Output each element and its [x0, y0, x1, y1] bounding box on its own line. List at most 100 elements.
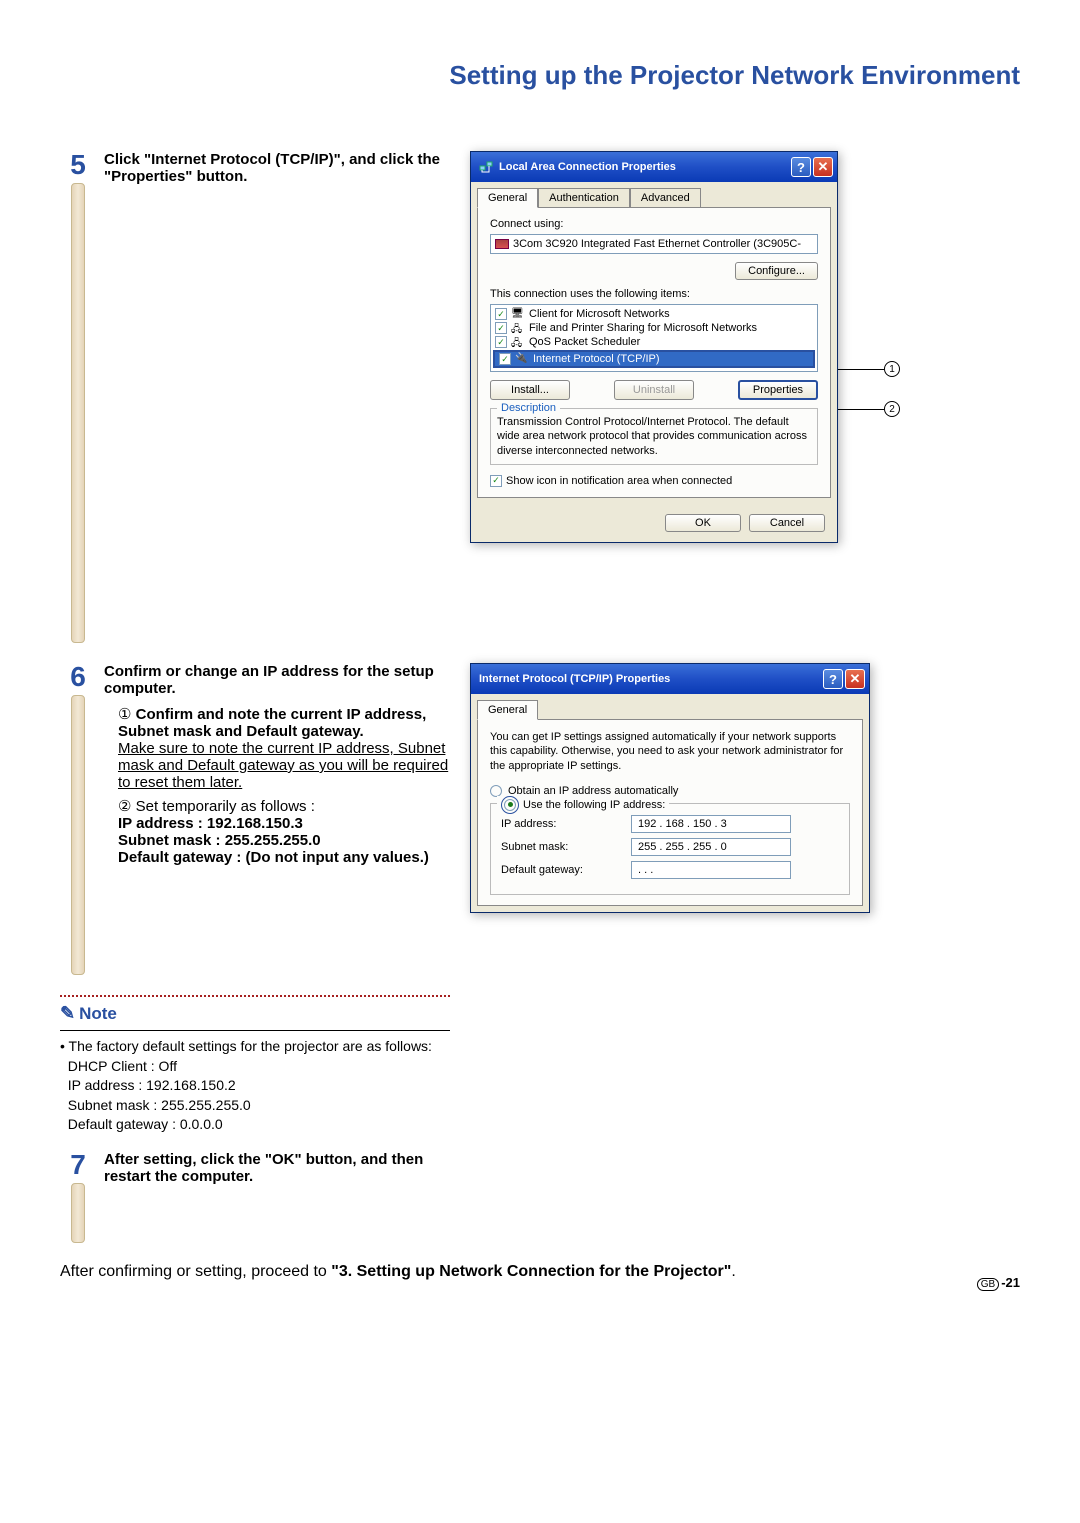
page-number: GB-21 — [977, 1275, 1020, 1291]
show-icon-checkbox[interactable]: ✓ — [490, 475, 502, 487]
final-text: After confirming or setting, proceed to … — [60, 1263, 1020, 1281]
note-ip: IP address : 192.168.150.2 — [68, 1077, 236, 1093]
tab-authentication[interactable]: Authentication — [538, 188, 630, 207]
subnet-mask-field[interactable]: 255 . 255 . 255 . 0 — [631, 838, 791, 856]
ip-line: IP address : 192.168.150.3 — [118, 815, 303, 832]
radio-manual-highlight — [501, 796, 519, 814]
tab-general[interactable]: General — [477, 188, 538, 208]
default-gateway-row: Default gateway: . . . — [501, 861, 839, 879]
install-button[interactable]: Install... — [490, 380, 570, 400]
auto-text: You can get IP settings assigned automat… — [490, 730, 850, 773]
step-indicator-6: 6 — [60, 663, 96, 975]
items-list[interactable]: ✓ 🖥 Client for Microsoft Networks ✓ 🖧 Fi… — [490, 304, 818, 372]
callout-2: 2 — [884, 401, 900, 417]
list-item-tcpip[interactable]: ✓ 🔌 Internet Protocol (TCP/IP) — [493, 350, 815, 368]
note-sm: Subnet mask : 255.255.255.0 — [68, 1097, 251, 1113]
properties-button[interactable]: Properties — [738, 380, 818, 400]
dg-label: Default gateway: — [501, 864, 631, 876]
tabs: General Authentication Advanced — [471, 182, 837, 207]
help-button[interactable]: ? — [791, 157, 811, 177]
substep2-num: ② — [118, 798, 131, 815]
step5-heading: Click "Internet Protocol (TCP/IP)", and … — [104, 151, 450, 185]
step-indicator-7: 7 — [60, 1151, 96, 1243]
substep2-text: Set temporarily as follows : — [136, 798, 315, 815]
show-icon-label: Show icon in notification area when conn… — [506, 475, 732, 487]
ip-group: Use the following IP address: IP address… — [490, 803, 850, 895]
substep1-num: ① — [118, 706, 131, 723]
list-item[interactable]: ✓ 🖧 File and Printer Sharing for Microso… — [491, 321, 817, 335]
close-button[interactable]: ✕ — [813, 157, 833, 177]
adapter-box: 3Com 3C920 Integrated Fast Ethernet Cont… — [490, 234, 818, 254]
sm-label: Subnet mask: — [501, 841, 631, 853]
checkbox-icon[interactable]: ✓ — [495, 308, 507, 320]
show-icon-row: ✓ Show icon in notification area when co… — [490, 475, 818, 487]
item-label: Internet Protocol (TCP/IP) — [533, 353, 660, 365]
configure-button[interactable]: Configure... — [735, 262, 818, 280]
callout-1: 1 — [884, 361, 900, 377]
item-label: File and Printer Sharing for Microsoft N… — [529, 322, 757, 334]
radio-manual-label: Use the following IP address: — [523, 799, 665, 811]
note-body: • The factory default settings for the p… — [60, 1037, 450, 1135]
checkbox-icon[interactable]: ✓ — [499, 353, 511, 365]
substep1-rest: Make sure to note the current IP address… — [118, 740, 448, 791]
connect-using-label: Connect using: — [490, 218, 818, 230]
step-indicator-5: 5 — [60, 151, 96, 643]
final-post: . — [731, 1263, 735, 1280]
gb-badge: GB — [977, 1278, 999, 1291]
adapter-icon — [495, 239, 509, 249]
note-dhcp: DHCP Client : Off — [68, 1058, 177, 1074]
list-item[interactable]: ✓ 🖧 QoS Packet Scheduler — [491, 335, 817, 349]
description-group: Description Transmission Control Protoco… — [490, 408, 818, 465]
page-num-value: -21 — [1001, 1275, 1020, 1290]
help-button[interactable]: ? — [823, 669, 843, 689]
description-text: Transmission Control Protocol/Internet P… — [497, 415, 811, 458]
cancel-button[interactable]: Cancel — [749, 514, 825, 532]
ip-address-row: IP address: 192 . 168 . 150 . 3 — [501, 815, 839, 833]
qos-icon: 🖧 — [511, 336, 525, 348]
page-title: Setting up the Projector Network Environ… — [60, 60, 1020, 91]
default-gateway-field[interactable]: . . . — [631, 861, 791, 879]
connection-icon — [479, 160, 493, 174]
share-icon: 🖧 — [511, 322, 525, 334]
callout-line-1 — [838, 369, 884, 370]
titlebar: Local Area Connection Properties ? ✕ — [471, 152, 837, 182]
step-number-5: 5 — [70, 151, 86, 179]
substep-2: ② Set temporarily as follows : IP addres… — [118, 797, 450, 866]
radio-manual[interactable]: Use the following IP address: — [497, 796, 669, 814]
close-button[interactable]: ✕ — [845, 669, 865, 689]
tab-advanced[interactable]: Advanced — [630, 188, 701, 207]
note-dg: Default gateway : 0.0.0.0 — [68, 1116, 223, 1132]
ip-address-field[interactable]: 192 . 168 . 150 . 3 — [631, 815, 791, 833]
tab-content: You can get IP settings assigned automat… — [477, 719, 863, 906]
step-bar-7 — [71, 1183, 85, 1243]
checkbox-icon[interactable]: ✓ — [495, 322, 507, 334]
note-label: Note — [79, 1004, 117, 1024]
substep-1: ① Confirm and note the current IP addres… — [118, 705, 450, 791]
ip-label: IP address: — [501, 818, 631, 830]
radio-icon[interactable] — [504, 799, 516, 811]
tab-general[interactable]: General — [477, 700, 538, 720]
tabs: General — [471, 694, 869, 719]
checkbox-icon[interactable]: ✓ — [495, 336, 507, 348]
note-icon: ✎ — [60, 1003, 75, 1024]
final-pre: After confirming or setting, proceed to — [60, 1263, 331, 1280]
uses-items-label: This connection uses the following items… — [490, 288, 818, 300]
step5-row: 5 Click "Internet Protocol (TCP/IP)", an… — [60, 151, 1020, 643]
step6-row: 6 Confirm or change an IP address for th… — [60, 663, 1020, 975]
sm-line: Subnet mask : 255.255.255.0 — [118, 832, 321, 849]
list-item[interactable]: ✓ 🖥 Client for Microsoft Networks — [491, 307, 817, 321]
titlebar: Internet Protocol (TCP/IP) Properties ? … — [471, 664, 869, 694]
lan-properties-dialog: Local Area Connection Properties ? ✕ Gen… — [470, 151, 838, 543]
item-label: QoS Packet Scheduler — [529, 336, 640, 348]
step-bar-5 — [71, 183, 85, 643]
note-underline — [60, 1030, 450, 1031]
dialog2-title: Internet Protocol (TCP/IP) Properties — [479, 673, 670, 685]
step6-heading: Confirm or change an IP address for the … — [104, 663, 450, 697]
ok-button[interactable]: OK — [665, 514, 741, 532]
note-header: ✎ Note — [60, 1003, 450, 1024]
button-row: Install... Uninstall Properties — [490, 380, 818, 400]
subnet-mask-row: Subnet mask: 255 . 255 . 255 . 0 — [501, 838, 839, 856]
tcpip-properties-dialog: Internet Protocol (TCP/IP) Properties ? … — [470, 663, 870, 913]
description-label: Description — [497, 402, 560, 414]
step7-heading: After setting, click the "OK" button, an… — [104, 1151, 450, 1185]
